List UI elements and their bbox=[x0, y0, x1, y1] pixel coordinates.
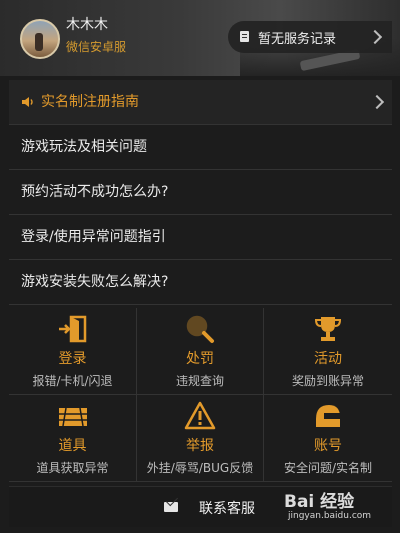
category-desc: 违规查询 bbox=[175, 374, 224, 388]
service-records-button[interactable]: 暂无服务记录 bbox=[228, 21, 392, 53]
category-desc: 奖励到账异常 bbox=[291, 374, 364, 388]
warning-icon bbox=[184, 401, 216, 430]
watermark-logo: Bai 经验 bbox=[284, 492, 355, 512]
avatar[interactable] bbox=[20, 19, 60, 59]
trophy-icon bbox=[314, 317, 342, 341]
realname-guide-row[interactable]: 实名制注册指南 bbox=[9, 80, 392, 125]
category-title: 账号 bbox=[314, 438, 342, 454]
service-records-label: 暂无服务记录 bbox=[258, 32, 337, 47]
faq-item[interactable]: 登录/使用异常问题指引 bbox=[9, 215, 392, 260]
faq-item[interactable]: 预约活动不成功怎么办? bbox=[9, 170, 392, 215]
category-title: 活动 bbox=[314, 351, 342, 367]
faq-item[interactable]: 游戏玩法及相关问题 bbox=[9, 125, 392, 170]
category-desc: 外挂/辱骂/BUG反馈 bbox=[146, 461, 254, 475]
category-title: 道具 bbox=[58, 438, 87, 454]
contact-service-label: 联系客服 bbox=[199, 501, 255, 517]
faq-item-label: 游戏玩法及相关问题 bbox=[21, 139, 147, 155]
category-penalty[interactable]: 处罚 违规查询 bbox=[137, 308, 264, 395]
faq-item-label: 预约活动不成功怎么办? bbox=[21, 184, 169, 200]
speaker-icon bbox=[22, 97, 33, 107]
server-label: 微信安卓服 bbox=[66, 40, 127, 54]
door-exit-icon bbox=[58, 315, 86, 343]
category-title: 处罚 bbox=[186, 351, 214, 367]
chevron-right-icon bbox=[367, 29, 383, 45]
category-items[interactable]: 道具 道具获取异常 bbox=[9, 395, 137, 482]
category-desc: 安全问题/实名制 bbox=[283, 461, 373, 475]
category-account[interactable]: 账号 安全问题/实名制 bbox=[264, 395, 392, 482]
category-desc: 报错/卡机/闪退 bbox=[32, 374, 113, 388]
helmet-icon bbox=[316, 405, 340, 427]
realname-guide-label: 实名制注册指南 bbox=[41, 94, 139, 110]
faq-item-label: 登录/使用异常问题指引 bbox=[21, 229, 166, 245]
baidu-watermark: Bai 经验 jingyan.baidu.com bbox=[282, 487, 398, 531]
category-title: 举报 bbox=[186, 438, 214, 454]
category-title: 登录 bbox=[58, 351, 87, 367]
watermark-url: jingyan.baidu.com bbox=[288, 511, 372, 521]
mail-icon bbox=[164, 502, 178, 512]
category-report[interactable]: 举报 外挂/辱骂/BUG反馈 bbox=[137, 395, 264, 482]
faq-list: 实名制注册指南 游戏玩法及相关问题 预约活动不成功怎么办? 登录/使用异常问题指… bbox=[9, 80, 392, 305]
chevron-right-icon bbox=[369, 94, 385, 110]
profile-header: 木木木 微信安卓服 暂无服务记录 bbox=[0, 0, 400, 76]
category-desc: 道具获取异常 bbox=[36, 461, 109, 475]
faq-item[interactable]: 游戏安装失败怎么解决? bbox=[9, 260, 392, 305]
faq-item-label: 游戏安装失败怎么解决? bbox=[21, 274, 169, 290]
username: 木木木 bbox=[66, 17, 108, 33]
magnifier-icon bbox=[186, 315, 214, 343]
category-grid: 登录 报错/卡机/闪退 处罚 违规查询 活动 奖励到账异常 道具 道具获取异常 bbox=[9, 308, 392, 482]
category-events[interactable]: 活动 奖励到账异常 bbox=[264, 308, 392, 395]
document-icon bbox=[240, 31, 249, 42]
category-login[interactable]: 登录 报错/卡机/闪退 bbox=[9, 308, 137, 395]
crate-icon bbox=[58, 407, 87, 427]
